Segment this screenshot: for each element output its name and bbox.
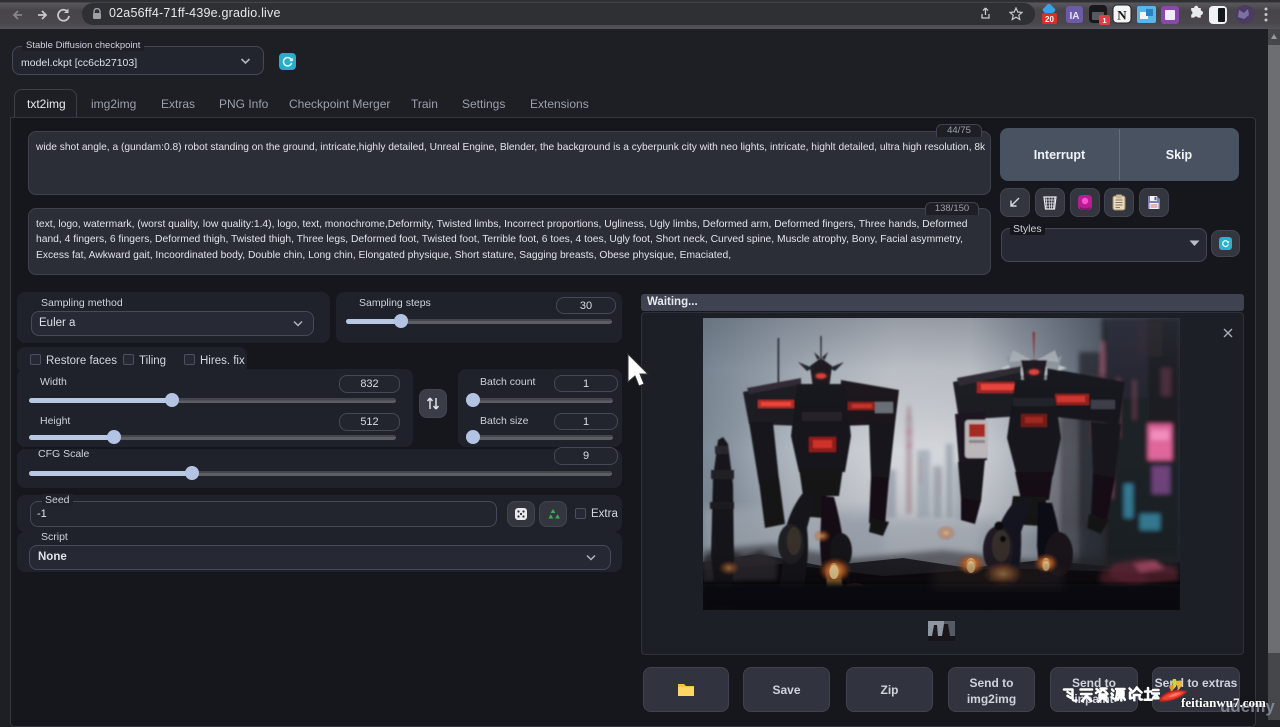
svg-text:N: N — [1117, 8, 1127, 23]
svg-text:1: 1 — [1102, 16, 1106, 25]
svg-text:IA: IA — [1070, 11, 1080, 22]
svg-text:20: 20 — [1045, 15, 1054, 24]
